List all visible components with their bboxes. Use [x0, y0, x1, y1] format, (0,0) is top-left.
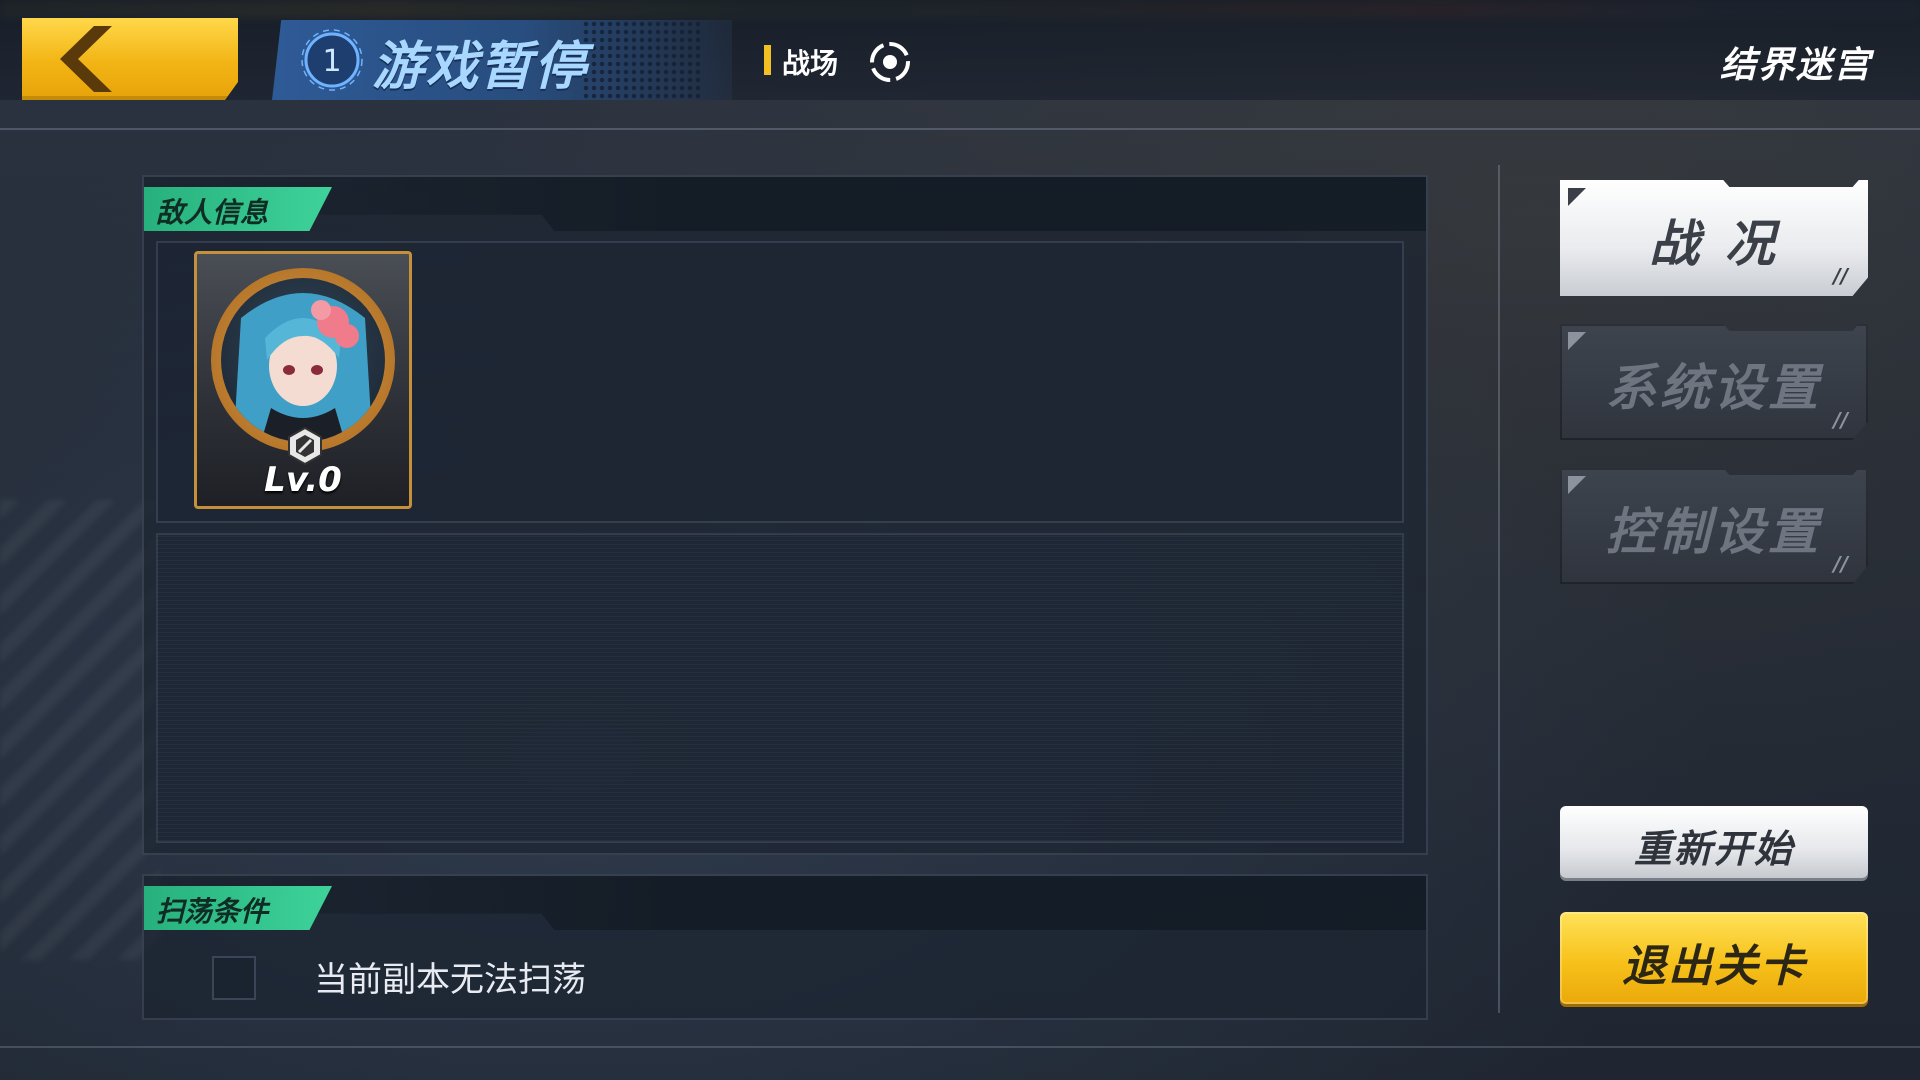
enemy-info-tag-label: 敌人信息	[156, 196, 269, 229]
character-portrait-icon	[221, 278, 385, 442]
slash-decoration: //	[1833, 408, 1848, 432]
exit-stage-button[interactable]: 退出关卡	[1560, 912, 1868, 1004]
mode-label: 战场	[782, 47, 839, 80]
chevron-left-icon	[60, 26, 112, 92]
mode-marker	[764, 45, 771, 75]
top-divider	[0, 128, 1920, 130]
control-settings-label: 控制设置	[1606, 503, 1822, 561]
pause-badge-icon: 1	[301, 29, 363, 91]
panel-header	[144, 876, 1426, 930]
bottom-divider	[0, 1046, 1920, 1048]
back-button[interactable]	[22, 18, 238, 100]
enemy-level: Lv.0	[264, 460, 342, 500]
sweep-condition-tag: 扫荡条件	[144, 886, 332, 930]
enemy-info-tag: 敌人信息	[144, 187, 332, 231]
page-title: 游戏暂停	[372, 37, 589, 97]
restart-button[interactable]: 重新开始	[1560, 806, 1868, 878]
sweep-condition-text: 当前副本无法扫荡	[314, 960, 586, 1000]
system-settings-label: 系统设置	[1606, 359, 1822, 417]
exit-stage-label: 退出关卡	[1622, 941, 1806, 992]
eye-target-icon[interactable]	[866, 38, 914, 86]
control-settings-button[interactable]: 控制设置 //	[1560, 468, 1868, 584]
pause-badge-number: 1	[322, 44, 341, 79]
background-stripes	[0, 500, 160, 960]
system-settings-button[interactable]: 系统设置 //	[1560, 324, 1868, 440]
slash-decoration: //	[1833, 552, 1848, 576]
slash-decoration: //	[1833, 264, 1848, 288]
sweep-condition-panel: 扫荡条件 当前副本无法扫荡	[142, 874, 1428, 1020]
enemy-info-panel: 敌人信息 Lv.0	[142, 175, 1428, 855]
enemy-detail-area	[156, 533, 1404, 843]
sweep-checkbox[interactable]	[212, 956, 256, 1000]
panel-header	[144, 177, 1426, 231]
enemy-card[interactable]: Lv.0	[194, 251, 412, 509]
sweep-condition-tag-label: 扫荡条件	[156, 895, 269, 928]
battle-status-button[interactable]: 战 况 //	[1560, 180, 1868, 296]
portrait-frame	[211, 268, 395, 452]
vertical-divider	[1498, 165, 1500, 1013]
restart-label: 重新开始	[1633, 827, 1794, 871]
enemy-list: Lv.0	[156, 241, 1404, 523]
stage-name: 结界迷宫	[1719, 45, 1872, 86]
battle-status-label: 战 况	[1649, 215, 1779, 273]
title-dots	[582, 20, 702, 100]
